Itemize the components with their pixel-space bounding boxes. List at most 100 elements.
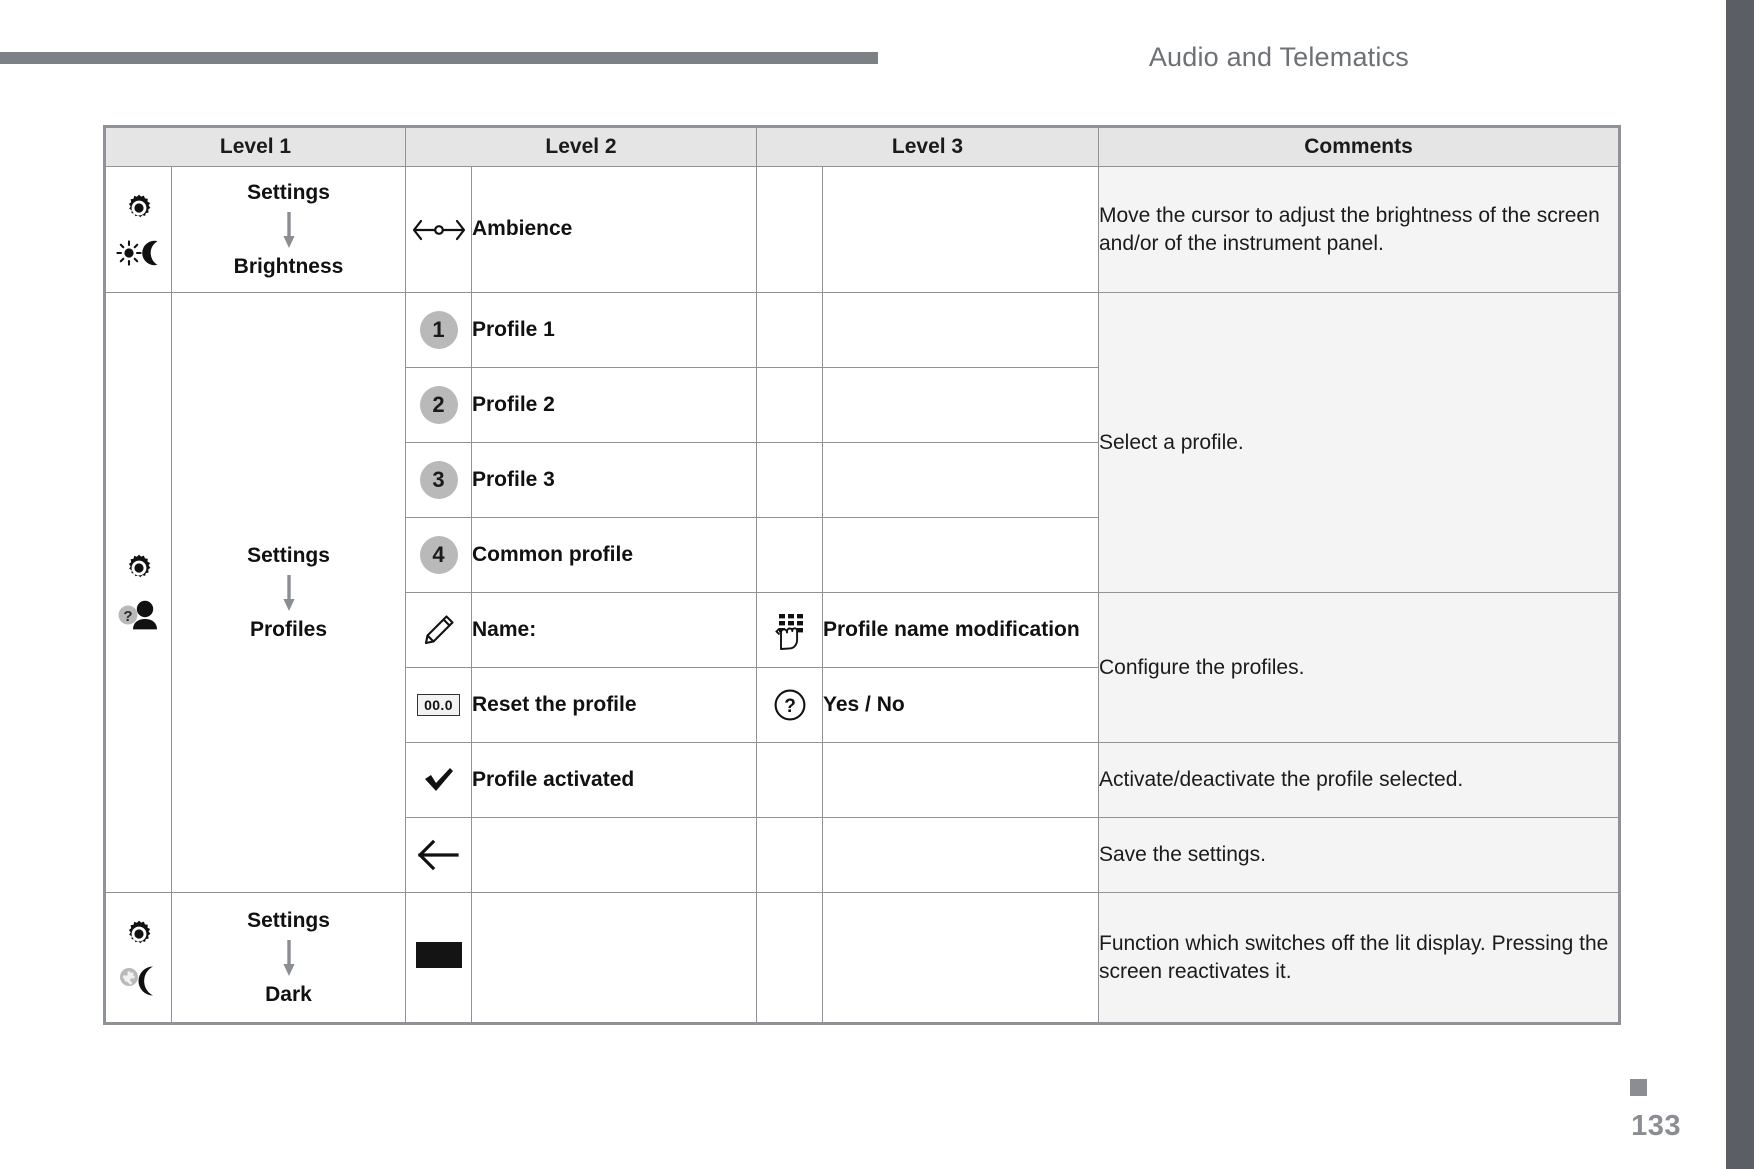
back-arrow-icon bbox=[417, 839, 459, 871]
level2-label-common-profile: Common profile bbox=[471, 517, 757, 593]
level1-label-cell-brightness: Settings Brightness bbox=[171, 166, 406, 293]
level3-icon-cell-empty bbox=[756, 442, 823, 518]
column-header-level2: Level 2 bbox=[405, 127, 757, 167]
level1-stack-profiles: Settings Profiles bbox=[172, 537, 405, 647]
column-header-level3: Level 3 bbox=[756, 127, 1099, 167]
level3-label-cell-empty bbox=[822, 817, 1099, 893]
level2-icon-cell-profile3: 3 bbox=[405, 442, 472, 518]
level1-stack-brightness: Settings Brightness bbox=[172, 174, 405, 284]
level3-label-cell-empty bbox=[822, 892, 1099, 1023]
level3-icon-cell-question: ? bbox=[756, 667, 823, 743]
checkmark-icon bbox=[424, 768, 453, 791]
sun-moon-icon bbox=[115, 239, 157, 266]
column-header-level1: Level 1 bbox=[105, 127, 406, 167]
comment-save-settings: Save the settings. bbox=[1098, 817, 1619, 893]
table-row: ? Settings Profiles 1 Profile 1 Select a… bbox=[105, 292, 1619, 893]
level2-icon-cell-reset: 00.0 bbox=[405, 667, 472, 743]
badge-3-icon: 3 bbox=[419, 461, 458, 499]
level1-top-label: Settings bbox=[247, 544, 330, 568]
reset-value-icon: 00.0 bbox=[417, 694, 460, 716]
pencil-icon bbox=[424, 615, 454, 645]
column-header-comments: Comments bbox=[1098, 127, 1619, 167]
level3-icon-cell-empty bbox=[756, 817, 823, 893]
level3-label-cell-empty bbox=[822, 517, 1099, 593]
question-circle-icon: ? bbox=[774, 689, 805, 721]
level2-icon-cell-ambience bbox=[405, 166, 472, 293]
level2-icon-cell-back bbox=[405, 817, 472, 893]
level3-label-cell-empty bbox=[822, 367, 1099, 443]
level3-label-cell-empty bbox=[822, 292, 1099, 368]
level2-label-back-empty bbox=[471, 817, 757, 893]
settings-reference-table: Level 1 Level 2 Level 3 Comments Setting… bbox=[103, 125, 1621, 1025]
level2-label-ambience: Ambience bbox=[471, 166, 757, 293]
table-header: Level 1 Level 2 Level 3 Comments bbox=[105, 127, 1619, 167]
level2-icon-cell-profile-activated bbox=[405, 742, 472, 818]
table-row: Settings Brightness Ambience Move the cu… bbox=[105, 166, 1619, 293]
level3-icon-cell-empty bbox=[756, 517, 823, 593]
comment-select-profile: Select a profile. bbox=[1098, 292, 1619, 593]
page-title: Audio and Telematics bbox=[1148, 42, 1409, 72]
down-arrow-icon bbox=[282, 574, 295, 611]
level2-label-profile2: Profile 2 bbox=[471, 367, 757, 443]
down-arrow-icon bbox=[282, 939, 295, 976]
table-header-row: Level 1 Level 2 Level 3 Comments bbox=[105, 127, 1619, 167]
level2-icon-cell-name bbox=[405, 592, 472, 668]
comment-configure-profiles: Configure the profiles. bbox=[1098, 592, 1619, 743]
level3-icon-cell-empty bbox=[756, 292, 823, 368]
level2-label-reset-profile: Reset the profile bbox=[471, 667, 757, 743]
level1-icon-cell-profiles: ? bbox=[105, 292, 172, 893]
level3-icon-cell-empty bbox=[756, 892, 823, 1023]
table-body: Settings Brightness Ambience Move the cu… bbox=[105, 166, 1619, 1023]
icon-pair-brightness bbox=[106, 168, 171, 292]
level1-label-cell-profiles: Settings Profiles bbox=[171, 292, 406, 893]
gear-icon bbox=[128, 920, 150, 943]
table-row: Settings Dark Function which switches of… bbox=[105, 892, 1619, 1023]
gear-icon bbox=[128, 194, 150, 217]
level2-label-dark-empty bbox=[471, 892, 757, 1023]
icon-pair-profiles: ? bbox=[106, 528, 171, 658]
svg-text:?: ? bbox=[123, 608, 132, 625]
badge-1-icon: 1 bbox=[419, 311, 458, 349]
level2-label-profile1: Profile 1 bbox=[471, 292, 757, 368]
keyboard-hand-icon bbox=[774, 614, 803, 650]
level1-bottom-label: Profiles bbox=[249, 617, 328, 641]
level3-label-cell-empty bbox=[822, 742, 1099, 818]
comment-dark: Function which switches off the lit disp… bbox=[1098, 892, 1619, 1023]
level1-label-cell-dark: Settings Dark bbox=[171, 892, 406, 1023]
level2-icon-cell-common-profile: 4 bbox=[405, 517, 472, 593]
level1-top-label: Settings bbox=[247, 909, 330, 933]
level1-icon-cell-dark bbox=[105, 892, 172, 1023]
level3-icon-cell-empty bbox=[756, 742, 823, 818]
level3-label-profile-name-modification: Profile name modification bbox=[822, 592, 1099, 668]
down-arrow-icon bbox=[282, 211, 295, 248]
comment-activate-deactivate: Activate/deactivate the profile selected… bbox=[1098, 742, 1619, 818]
badge-2-icon: 2 bbox=[419, 386, 458, 424]
level2-label-profile3: Profile 3 bbox=[471, 442, 757, 518]
level1-icon-cell-brightness bbox=[105, 166, 172, 293]
icon-pair-dark bbox=[106, 894, 171, 1022]
header-rule bbox=[0, 52, 878, 64]
black-rectangle-icon bbox=[415, 942, 462, 968]
gear-icon bbox=[128, 554, 150, 577]
level1-stack-dark: Settings Dark bbox=[172, 902, 405, 1012]
level3-icon-cell-keyboard bbox=[756, 592, 823, 668]
level1-bottom-label: Dark bbox=[265, 982, 312, 1006]
level2-icon-cell-profile2: 2 bbox=[405, 367, 472, 443]
level3-icon-cell-empty bbox=[756, 166, 823, 293]
page-number: 133 bbox=[1631, 1110, 1681, 1142]
level2-icon-cell-dark bbox=[405, 892, 472, 1023]
footer-square-marker bbox=[1630, 1079, 1647, 1096]
cursor-slider-icon bbox=[412, 219, 465, 240]
svg-text:?: ? bbox=[784, 696, 796, 717]
level2-label-profile-activated: Profile activated bbox=[471, 742, 757, 818]
comment-brightness: Move the cursor to adjust the brightness… bbox=[1098, 166, 1619, 293]
level3-label-cell-empty bbox=[822, 442, 1099, 518]
level2-label-name: Name: bbox=[471, 592, 757, 668]
badge-4-icon: 4 bbox=[419, 536, 458, 574]
level2-icon-cell-profile1: 1 bbox=[405, 292, 472, 368]
page-edge-bar bbox=[1726, 0, 1754, 1169]
level3-label-cell-empty bbox=[822, 166, 1099, 293]
moon-star-icon bbox=[119, 966, 153, 995]
person-question-icon: ? bbox=[118, 600, 157, 629]
level3-label-yes-no: Yes / No bbox=[822, 667, 1099, 743]
